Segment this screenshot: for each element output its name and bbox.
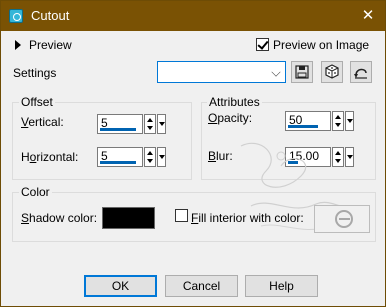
save-preset-icon [295,65,309,79]
vertical-slider-bar[interactable] [100,128,136,131]
horizontal-label: Horizontal: [21,150,79,164]
opacity-label: Opacity: [208,111,253,125]
fill-interior-label[interactable]: Fill interior with color: [191,211,304,225]
shadow-color-swatch[interactable] [102,207,155,229]
dialog-window: Cutout ✕ Preview Preview on Image Settin… [0,0,386,307]
close-button[interactable]: ✕ [357,5,379,27]
spin-up-icon[interactable] [147,151,153,155]
attributes-group-label: Attributes [207,95,262,109]
horizontal-slider-bar[interactable] [100,161,136,164]
dice-icon [325,64,339,79]
spin-down-icon[interactable] [147,126,153,130]
preview-expand-arrow-icon[interactable] [15,40,21,50]
window-title: Cutout [31,8,70,23]
vertical-spinner[interactable] [144,114,156,134]
reset-icon [354,68,367,79]
cutout-icon [9,9,23,23]
horizontal-dropdown-button[interactable] [157,147,166,167]
vertical-dropdown-button[interactable] [157,114,166,134]
offset-group-label: Offset [19,95,55,109]
cancel-button[interactable]: Cancel [165,275,238,297]
shadow-color-label: Shadow color: [21,211,98,225]
randomize-button[interactable] [321,61,343,83]
vertical-label: Vertical: [21,115,64,129]
horizontal-input[interactable]: 5 [97,147,143,167]
horizontal-spinner[interactable] [144,147,156,167]
help-button[interactable]: Help [245,275,318,297]
vertical-input[interactable]: 5 [97,114,143,134]
reset-defaults-button[interactable] [350,61,372,83]
spin-up-icon[interactable] [335,115,341,119]
save-preset-button[interactable] [291,61,313,83]
preview-toggle-label[interactable]: Preview [29,38,72,52]
fill-color-swatch [314,205,370,233]
settings-label: Settings [13,66,57,80]
preview-on-image-checkbox[interactable] [256,38,269,51]
chevron-down-icon[interactable] [271,67,281,77]
title-bar: Cutout ✕ [1,1,385,31]
fill-interior-checkbox[interactable] [175,209,188,222]
spin-up-icon[interactable] [147,118,153,122]
no-color-icon [335,210,353,228]
color-group-label: Color [19,185,52,199]
preview-on-image-label[interactable]: Preview on Image [273,38,369,52]
ok-button[interactable]: OK [84,275,157,297]
spin-down-icon[interactable] [147,159,153,163]
settings-combobox[interactable] [157,61,286,83]
